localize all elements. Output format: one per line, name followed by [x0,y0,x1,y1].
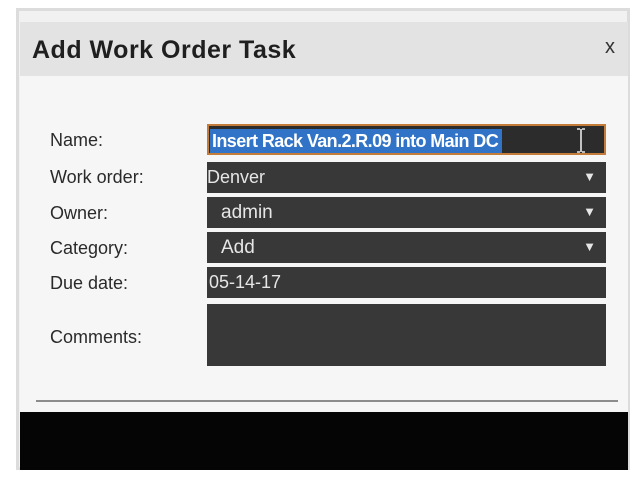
due-date-value: 05-14-17 [209,272,282,292]
work-order-value: Denver [207,167,266,187]
name-input-selected-text: Insert Rack Van.2.R.09 into Main DC [210,129,503,153]
work-order-label: Work order: [50,167,144,187]
name-input[interactable]: Insert Rack Van.2.R.09 into Main DC [207,124,606,155]
dialog-title: Add Work Order Task [32,36,297,64]
owner-value: admin [221,202,273,223]
chevron-down-icon: ▼ [583,204,596,219]
category-select[interactable]: Add ▼ [207,232,606,263]
i-beam-cursor-icon [577,128,585,153]
owner-label: Owner: [50,203,109,223]
chevron-down-icon: ▼ [583,239,596,254]
name-label: Name: [50,130,104,150]
owner-select[interactable]: admin ▼ [207,197,606,228]
close-button[interactable]: x [600,36,620,59]
comments-textarea[interactable] [207,304,606,366]
category-label: Category: [50,238,129,258]
due-date-input[interactable]: 05-14-17 [207,267,606,298]
chevron-down-icon: ▼ [583,169,596,184]
comments-label: Comments: [50,327,143,347]
due-date-label: Due date: [50,273,129,293]
divider [36,400,618,402]
add-work-order-task-dialog: Add Work Order Task x Name: Insert Rack … [20,22,628,470]
work-order-select[interactable]: Denver ▼ [207,162,606,193]
dialog-footer [20,412,628,470]
category-value: Add [221,237,255,258]
dialog-title-bar: Add Work Order Task x [20,22,628,76]
